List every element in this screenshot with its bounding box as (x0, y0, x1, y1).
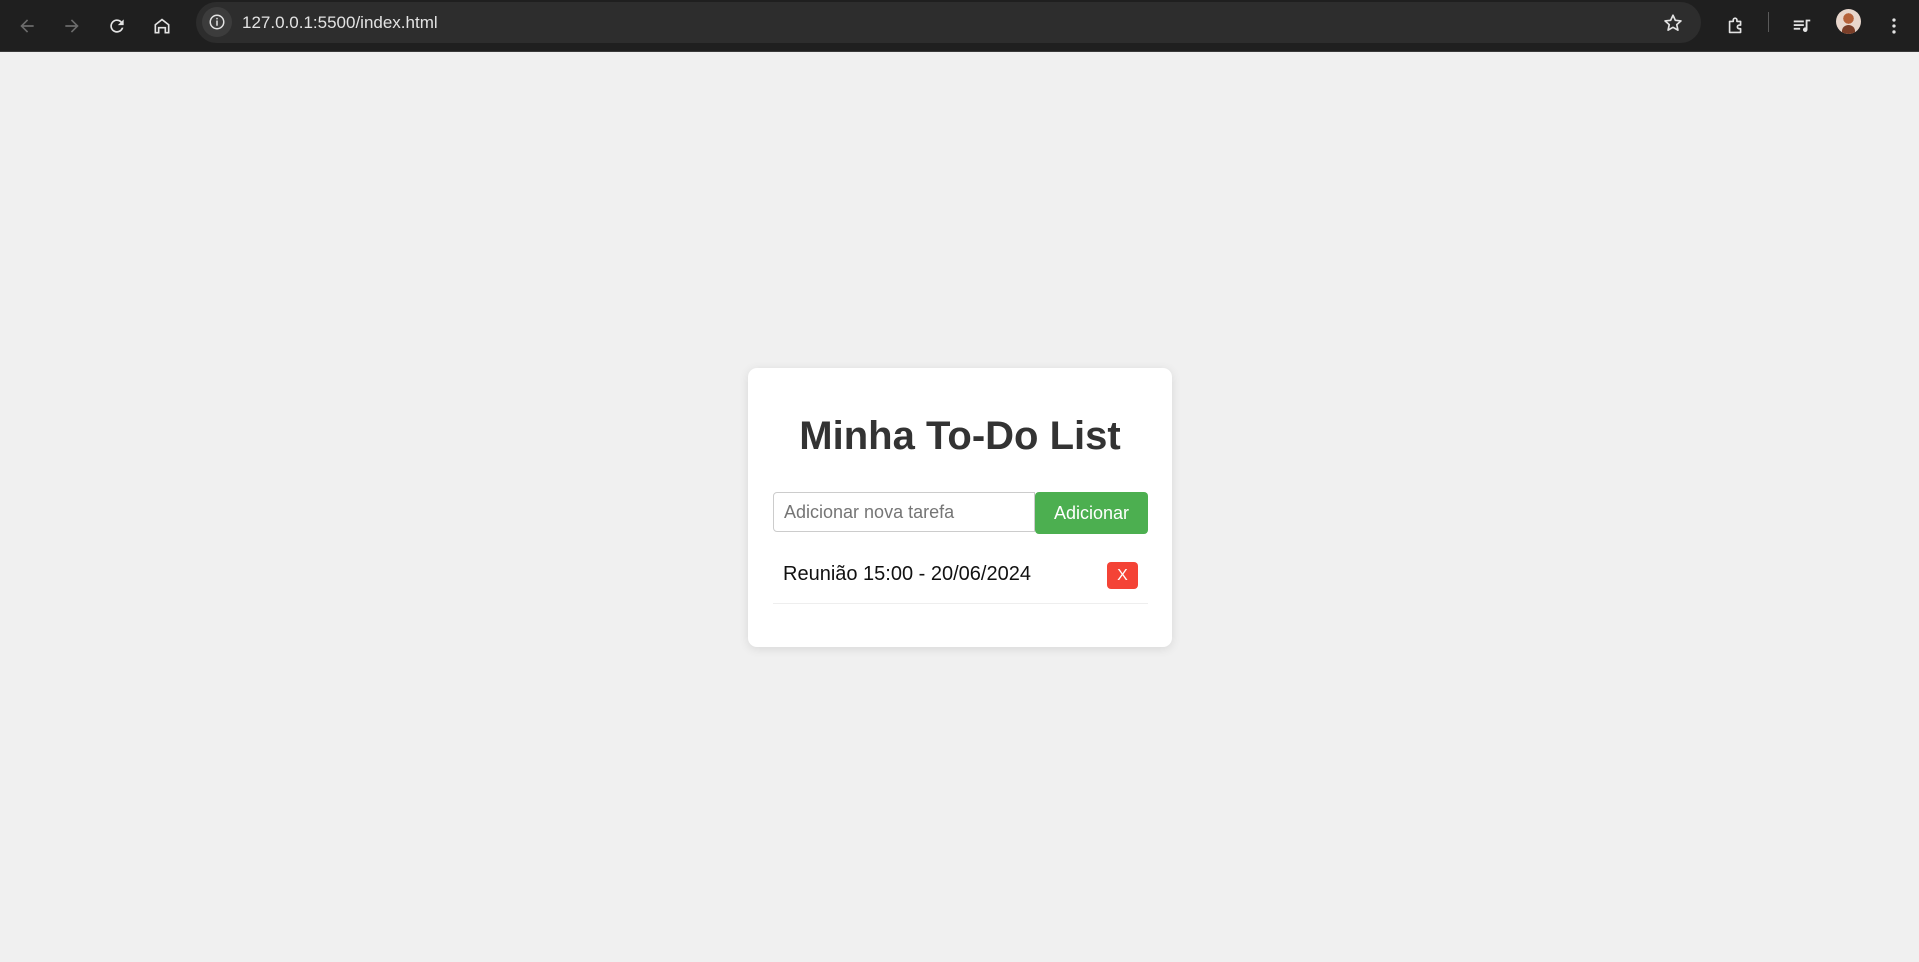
back-arrow-icon[interactable] (9, 8, 45, 44)
star-icon[interactable] (1661, 11, 1685, 35)
home-icon[interactable] (144, 8, 180, 44)
avatar[interactable] (1836, 9, 1861, 34)
new-task-input[interactable] (773, 492, 1035, 532)
kebab-menu-icon[interactable] (1876, 8, 1912, 44)
list-item: Reunião 15:00 - 20/06/2024 X (773, 553, 1148, 604)
add-task-button[interactable]: Adicionar (1035, 492, 1148, 534)
task-list: Reunião 15:00 - 20/06/2024 X (773, 553, 1148, 604)
delete-task-button[interactable]: X (1107, 562, 1138, 589)
address-bar[interactable]: 127.0.0.1:5500/index.html (196, 2, 1701, 43)
forward-arrow-icon[interactable] (54, 8, 90, 44)
task-text: Reunião 15:00 - 20/06/2024 (783, 563, 1031, 585)
reload-icon[interactable] (99, 8, 135, 44)
info-icon[interactable] (202, 7, 232, 37)
toolbar-divider (1768, 12, 1769, 32)
puzzle-icon[interactable] (1718, 8, 1754, 44)
browser-toolbar: 127.0.0.1:5500/index.html (0, 0, 1919, 52)
url-text[interactable]: 127.0.0.1:5500/index.html (242, 2, 438, 43)
page-title: Minha To-Do List (799, 414, 1121, 458)
todo-card: Minha To-Do List Adicionar Reunião 15:00… (748, 368, 1172, 647)
media-queue-icon[interactable] (1784, 8, 1820, 44)
